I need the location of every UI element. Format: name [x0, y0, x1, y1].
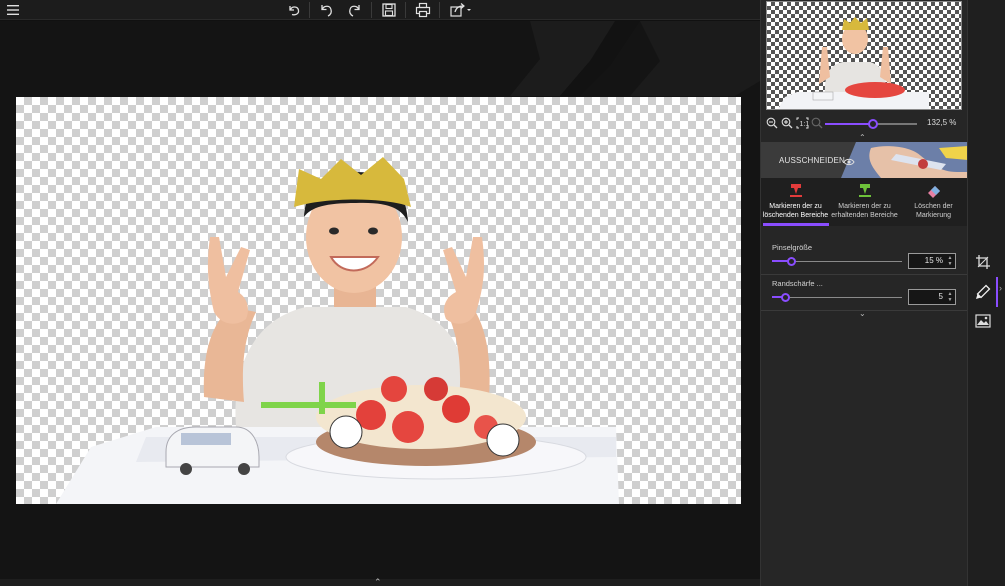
tool-clear-marking[interactable]: Löschen der Markierung [899, 178, 968, 226]
edge-sharpness-field[interactable]: 5 ▲ ▼ [908, 289, 956, 305]
brush-size-control: Pinselgröße 15 % ▲ ▼ [761, 239, 968, 275]
green-marker-icon [859, 184, 871, 197]
app-window: ⌃ 1:1 132,5 % ⌃ AUSSCHNEIDEN Markieren d… [0, 0, 1005, 586]
print-icon[interactable] [410, 0, 436, 20]
share-icon[interactable] [445, 0, 475, 20]
edge-sharpness-value: 5 [938, 292, 943, 301]
brush-size-slider[interactable] [772, 257, 902, 266]
edge-sharpness-control: Randschärfe ... 5 ▲ ▼ [761, 275, 968, 311]
tool-label-line1: Löschen der [914, 203, 953, 210]
zoom-value: 132,5 % [927, 118, 957, 127]
edge-sharpness-label: Randschärfe ... [772, 279, 823, 288]
cutout-image[interactable] [16, 97, 741, 504]
crop-icon[interactable] [973, 252, 993, 272]
tool-strip: › [967, 0, 1005, 586]
undo-icon[interactable] [314, 0, 340, 20]
undo-all-icon[interactable] [281, 0, 307, 20]
tool-label-line2: Markierung [915, 212, 951, 219]
expand-options-icon[interactable]: ⌄ [859, 309, 866, 318]
tool-mark-keep[interactable]: Markieren der zu erhaltenden Bereiche [830, 178, 899, 226]
zoom-slider[interactable] [825, 119, 917, 129]
hamburger-menu-icon[interactable] [0, 0, 26, 20]
zoom-in-icon[interactable] [780, 116, 794, 130]
bottom-bar: ⌃ [0, 577, 760, 586]
editing-canvas[interactable] [0, 21, 760, 579]
red-marker-icon [790, 184, 802, 197]
eye-icon[interactable] [843, 154, 855, 172]
tool-label-line1: Markieren der zu [769, 203, 822, 210]
cutout-label: AUSSCHNEIDEN [779, 156, 845, 165]
edge-sharpness-slider[interactable] [772, 293, 902, 302]
brush-size-stepper[interactable]: ▲ ▼ [946, 255, 954, 267]
marking-tools: Markieren der zu löschenden Bereiche Mark… [761, 178, 968, 226]
image-icon[interactable] [973, 311, 993, 331]
tool-label-line2: erhaltenden Bereiche [831, 212, 898, 219]
cutout-banner[interactable]: AUSSCHNEIDEN [761, 142, 968, 178]
eraser-icon [928, 186, 940, 198]
zoom-slider-handle[interactable] [867, 119, 878, 129]
right-panel: 1:1 132,5 % ⌃ AUSSCHNEIDEN Markieren der… [760, 0, 968, 586]
navigator-thumbnail [778, 17, 929, 109]
tool-label-line1: Markieren der zu [838, 203, 891, 210]
actual-size-icon[interactable]: 1:1 [795, 116, 809, 130]
save-icon[interactable] [376, 0, 402, 20]
edge-sharpness-stepper[interactable]: ▲ ▼ [946, 291, 954, 303]
chevron-up-icon[interactable]: ⌃ [374, 577, 382, 586]
tool-mark-delete[interactable]: Markieren der zu löschenden Bereiche [761, 178, 830, 226]
zoom-controls: 1:1 132,5 % [765, 116, 964, 132]
navigator-preview[interactable] [766, 1, 962, 110]
edge-sharpness-handle[interactable] [780, 293, 790, 302]
svg-text:1:1: 1:1 [799, 121, 809, 128]
brush-icon[interactable] [973, 282, 993, 302]
child-cutout-photo [56, 157, 619, 504]
brush-size-handle[interactable] [787, 257, 796, 266]
top-toolbar [0, 0, 760, 20]
fit-zoom-icon[interactable] [810, 116, 824, 130]
zoom-out-icon[interactable] [765, 116, 779, 130]
collapse-navigator-icon[interactable]: ⌃ [859, 133, 866, 142]
brush-size-value: 15 % [924, 256, 943, 265]
redo-icon[interactable] [341, 0, 367, 20]
active-tool-indicator [996, 277, 998, 307]
chevron-right-icon[interactable]: › [999, 283, 1002, 293]
brush-size-label: Pinselgröße [772, 243, 813, 252]
tool-label-line2: löschenden Bereiche [762, 212, 829, 219]
brush-size-field[interactable]: 15 % ▲ ▼ [908, 253, 956, 269]
